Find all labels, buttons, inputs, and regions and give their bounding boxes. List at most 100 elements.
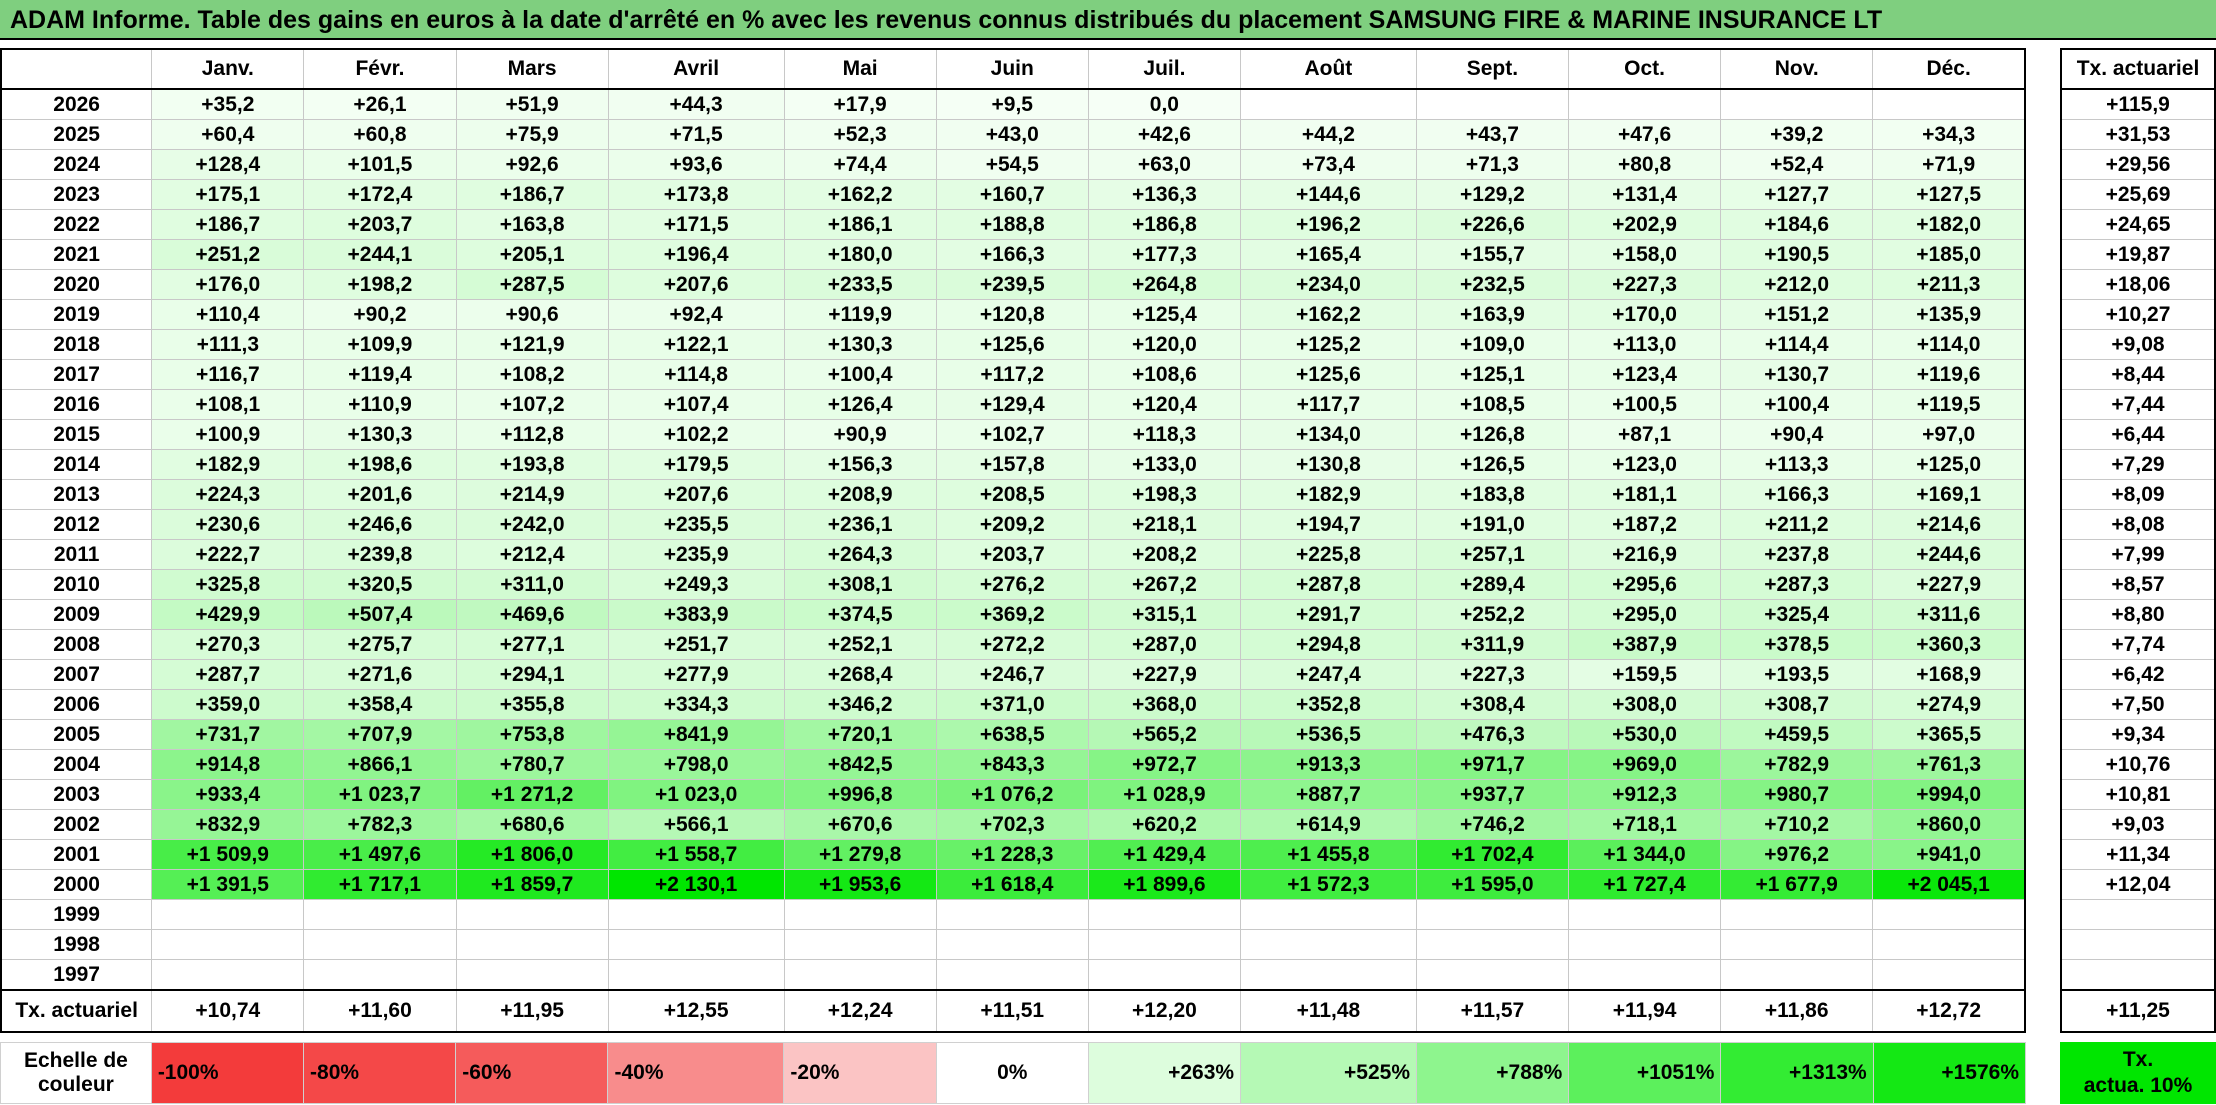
gain-cell: +702,3 [935,809,1089,840]
gain-cell: +90,4 [1720,419,1874,450]
gain-cell: +52,3 [783,119,937,150]
gain-cell: +144,6 [1239,179,1417,210]
gain-cell: +191,0 [1415,509,1569,540]
gain-cell: +131,4 [1567,179,1722,210]
gain-cell: +102,7 [935,419,1089,450]
month-header-row: Janv. Févr. Mars Avril Mai Juin Juil. Août Sept.… [1,48,2026,90]
gain-cell: +246,7 [935,659,1089,690]
month-header: Févr. [303,48,457,90]
gain-cell: +236,1 [783,509,937,540]
title-bar: ADAM Informe. Table des gains en euros à… [0,0,2216,40]
gain-cell: +185,0 [1872,239,2026,270]
column-gap [2026,40,2060,1105]
gain-cell: +187,2 [1567,509,1722,540]
gain-cell: +216,9 [1567,539,1722,570]
gain-cell: +459,5 [1720,719,1874,750]
gain-cell: +114,4 [1720,329,1874,360]
gain-cell: +108,2 [455,359,609,390]
gain-cell: +107,2 [455,389,609,420]
gain-cell: +251,2 [151,239,305,270]
year-cell: 1999 [0,899,153,930]
year-cell: 2011 [0,539,153,570]
gain-cell: +43,0 [935,119,1089,150]
gain-cell: +125,2 [1239,329,1417,360]
actuarial-rate-cell: +12,04 [2060,869,2216,900]
table-row: 2004 +914,8 +866,1 +780,7 +798,0 +842,5 +843,3… [0,749,2026,780]
gain-cell: +134,0 [1239,419,1417,450]
gain-cell: +126,8 [1415,419,1569,450]
gain-cell: +101,5 [303,149,457,180]
gain-cell: +227,3 [1567,269,1722,300]
legend-step: -80% [303,1042,457,1104]
gain-cell: +374,5 [783,599,937,630]
gain-cell: +565,2 [1087,719,1241,750]
table-row: 2024 +128,4 +101,5 +92,6 +93,6 +74,4 +54,5 +63,… [0,149,2026,180]
gain-cell: +119,9 [783,299,937,330]
gain-cell: +536,5 [1239,719,1417,750]
gain-cell: +325,4 [1720,599,1874,630]
gain-cell: +108,6 [1087,359,1241,390]
gain-cell: +387,9 [1567,629,1722,660]
year-cell: 2021 [0,239,153,270]
legend-step: -100% [150,1042,305,1104]
table-row: 2005 +731,7 +707,9 +753,8 +841,9 +720,1 +638,5… [0,719,2026,750]
gain-cell: +120,4 [1087,389,1241,420]
legend-step: +1313% [1720,1042,1874,1104]
gain-cell: +295,6 [1567,569,1722,600]
gain-cell: +761,3 [1872,749,2026,780]
gain-cell: +227,3 [1415,659,1569,690]
gain-cell: +315,1 [1087,599,1241,630]
actuarial-rate-cell: +9,08 [2060,329,2216,360]
gain-cell: +130,7 [1720,359,1874,390]
gain-cell: +110,4 [151,299,305,330]
gain-cell: +181,1 [1567,479,1722,510]
gain-cell: +277,1 [455,629,609,660]
gain-cell: +186,7 [455,179,609,210]
gain-cell [1415,959,1569,991]
gain-cell: +125,4 [1087,299,1241,330]
gain-cell: +71,9 [1872,149,2026,180]
gain-cell: +90,2 [303,299,457,330]
gain-cell [1872,929,2026,960]
gain-cell: +182,0 [1872,209,2026,240]
gain-cell: +1 595,0 [1415,869,1569,900]
gain-cell: +165,4 [1239,239,1417,270]
table-row: 2018 +111,3 +109,9 +121,9 +122,1 +130,3 +125,6… [0,329,2026,360]
gain-cell: +670,6 [783,809,937,840]
gain-cell: +74,4 [783,149,937,180]
gain-cell: +112,8 [455,419,609,450]
year-cell: 2018 [0,329,153,360]
legend-step: +1051% [1568,1042,1722,1104]
year-cell: 2001 [0,839,153,870]
actuarial-rate-cell: +25,69 [2060,179,2216,210]
gain-cell: +188,8 [935,209,1089,240]
year-cell: 2015 [0,419,153,450]
gain-cell: +832,9 [151,809,305,840]
gain-cell: +113,0 [1567,329,1722,360]
gain-cell: +980,7 [1720,779,1874,810]
gain-cell: +277,9 [607,659,785,690]
gain-cell: +108,5 [1415,389,1569,420]
report-title: ADAM Informe. Table des gains en euros à… [10,6,1883,34]
gain-cell: +114,0 [1872,329,2026,360]
gain-cell: +111,3 [151,329,305,360]
gain-cell: +120,0 [1087,329,1241,360]
gain-cell: +235,9 [607,539,785,570]
year-cell: 2016 [0,389,153,420]
gain-cell: +87,1 [1567,419,1722,450]
gain-cell [1872,959,2026,991]
gain-cell: +190,5 [1720,239,1874,270]
gain-cell: +208,2 [1087,539,1241,570]
gain-cell: +707,9 [303,719,457,750]
actuarial-rate-cell: +7,99 [2060,539,2216,570]
gain-cell [1087,959,1241,991]
gain-cell: +129,2 [1415,179,1569,210]
gain-cell: +268,4 [783,659,937,690]
gain-cell: +971,7 [1415,749,1569,780]
gain-cell: +1 344,0 [1567,839,1722,870]
gain-cell: +244,6 [1872,539,2026,570]
gain-cell: +109,9 [303,329,457,360]
gain-cell: +203,7 [935,539,1089,570]
year-cell: 2010 [0,569,153,600]
month-header: Mai [783,48,937,90]
